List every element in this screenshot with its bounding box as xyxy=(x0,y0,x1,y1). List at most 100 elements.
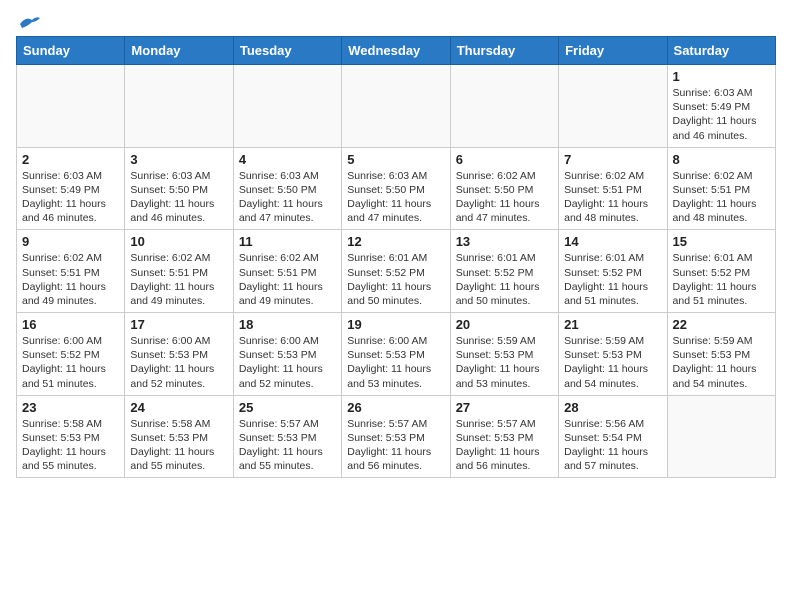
day-info: Sunrise: 6:02 AMSunset: 5:51 PMDaylight:… xyxy=(22,251,119,308)
calendar-day-cell: 15 Sunrise: 6:01 AMSunset: 5:52 PMDayligh… xyxy=(667,230,775,313)
page-header xyxy=(16,16,776,28)
calendar-day-cell: 25 Sunrise: 5:57 AMSunset: 5:53 PMDayligh… xyxy=(233,395,341,478)
day-number: 10 xyxy=(130,234,227,249)
day-info: Sunrise: 6:00 AMSunset: 5:53 PMDaylight:… xyxy=(130,334,227,391)
day-number: 19 xyxy=(347,317,444,332)
calendar-day-cell xyxy=(233,65,341,148)
day-info: Sunrise: 6:01 AMSunset: 5:52 PMDaylight:… xyxy=(673,251,770,308)
calendar-day-cell: 2 Sunrise: 6:03 AMSunset: 5:49 PMDaylight… xyxy=(17,147,125,230)
day-info: Sunrise: 6:01 AMSunset: 5:52 PMDaylight:… xyxy=(456,251,553,308)
day-number: 7 xyxy=(564,152,661,167)
day-info: Sunrise: 6:01 AMSunset: 5:52 PMDaylight:… xyxy=(564,251,661,308)
calendar-day-cell: 13 Sunrise: 6:01 AMSunset: 5:52 PMDayligh… xyxy=(450,230,558,313)
calendar-week-row: 9 Sunrise: 6:02 AMSunset: 5:51 PMDaylight… xyxy=(17,230,776,313)
calendar-day-cell: 9 Sunrise: 6:02 AMSunset: 5:51 PMDaylight… xyxy=(17,230,125,313)
day-number: 3 xyxy=(130,152,227,167)
day-number: 6 xyxy=(456,152,553,167)
calendar-table: SundayMondayTuesdayWednesdayThursdayFrid… xyxy=(16,36,776,478)
calendar-day-cell: 17 Sunrise: 6:00 AMSunset: 5:53 PMDayligh… xyxy=(125,313,233,396)
header-wednesday: Wednesday xyxy=(342,37,450,65)
calendar-day-cell: 19 Sunrise: 6:00 AMSunset: 5:53 PMDayligh… xyxy=(342,313,450,396)
calendar-day-cell: 27 Sunrise: 5:57 AMSunset: 5:53 PMDayligh… xyxy=(450,395,558,478)
calendar-day-cell: 6 Sunrise: 6:02 AMSunset: 5:50 PMDaylight… xyxy=(450,147,558,230)
day-number: 14 xyxy=(564,234,661,249)
calendar-day-cell: 11 Sunrise: 6:02 AMSunset: 5:51 PMDayligh… xyxy=(233,230,341,313)
day-number: 23 xyxy=(22,400,119,415)
day-number: 15 xyxy=(673,234,770,249)
day-info: Sunrise: 6:03 AMSunset: 5:50 PMDaylight:… xyxy=(347,169,444,226)
day-number: 21 xyxy=(564,317,661,332)
calendar-header-row: SundayMondayTuesdayWednesdayThursdayFrid… xyxy=(17,37,776,65)
day-number: 8 xyxy=(673,152,770,167)
day-info: Sunrise: 5:59 AMSunset: 5:53 PMDaylight:… xyxy=(456,334,553,391)
day-number: 18 xyxy=(239,317,336,332)
header-thursday: Thursday xyxy=(450,37,558,65)
calendar-day-cell xyxy=(450,65,558,148)
day-number: 9 xyxy=(22,234,119,249)
calendar-day-cell: 26Sunrise: 5:57 AMSunset: 5:53 PMDayligh… xyxy=(342,395,450,478)
day-number: 20 xyxy=(456,317,553,332)
calendar-day-cell: 4 Sunrise: 6:03 AMSunset: 5:50 PMDaylight… xyxy=(233,147,341,230)
day-number: 12 xyxy=(347,234,444,249)
header-monday: Monday xyxy=(125,37,233,65)
day-number: 16 xyxy=(22,317,119,332)
calendar-day-cell: 1Sunrise: 6:03 AMSunset: 5:49 PMDaylight… xyxy=(667,65,775,148)
day-info: Sunrise: 6:02 AMSunset: 5:51 PMDaylight:… xyxy=(130,251,227,308)
calendar-week-row: 2 Sunrise: 6:03 AMSunset: 5:49 PMDaylight… xyxy=(17,147,776,230)
day-info: Sunrise: 5:57 AMSunset: 5:53 PMDaylight:… xyxy=(239,417,336,474)
calendar-day-cell: 7 Sunrise: 6:02 AMSunset: 5:51 PMDaylight… xyxy=(559,147,667,230)
day-number: 17 xyxy=(130,317,227,332)
calendar-day-cell: 20 Sunrise: 5:59 AMSunset: 5:53 PMDayligh… xyxy=(450,313,558,396)
day-info: Sunrise: 5:58 AMSunset: 5:53 PMDaylight:… xyxy=(22,417,119,474)
day-info: Sunrise: 5:59 AMSunset: 5:53 PMDaylight:… xyxy=(673,334,770,391)
calendar-day-cell xyxy=(125,65,233,148)
calendar-day-cell xyxy=(17,65,125,148)
day-info: Sunrise: 6:01 AMSunset: 5:52 PMDaylight:… xyxy=(347,251,444,308)
day-number: 11 xyxy=(239,234,336,249)
day-number: 2 xyxy=(22,152,119,167)
calendar-day-cell: 28Sunrise: 5:56 AMSunset: 5:54 PMDayligh… xyxy=(559,395,667,478)
day-number: 22 xyxy=(673,317,770,332)
calendar-day-cell: 3 Sunrise: 6:03 AMSunset: 5:50 PMDaylight… xyxy=(125,147,233,230)
calendar-day-cell xyxy=(342,65,450,148)
day-number: 25 xyxy=(239,400,336,415)
day-info: Sunrise: 6:03 AMSunset: 5:50 PMDaylight:… xyxy=(130,169,227,226)
day-info: Sunrise: 6:00 AMSunset: 5:52 PMDaylight:… xyxy=(22,334,119,391)
day-info: Sunrise: 6:02 AMSunset: 5:51 PMDaylight:… xyxy=(564,169,661,226)
calendar-day-cell: 10 Sunrise: 6:02 AMSunset: 5:51 PMDayligh… xyxy=(125,230,233,313)
header-saturday: Saturday xyxy=(667,37,775,65)
day-info: Sunrise: 6:03 AMSunset: 5:49 PMDaylight:… xyxy=(22,169,119,226)
header-sunday: Sunday xyxy=(17,37,125,65)
header-tuesday: Tuesday xyxy=(233,37,341,65)
calendar-day-cell: 8 Sunrise: 6:02 AMSunset: 5:51 PMDaylight… xyxy=(667,147,775,230)
day-info: Sunrise: 6:00 AMSunset: 5:53 PMDaylight:… xyxy=(347,334,444,391)
calendar-day-cell: 23 Sunrise: 5:58 AMSunset: 5:53 PMDayligh… xyxy=(17,395,125,478)
day-number: 27 xyxy=(456,400,553,415)
day-number: 5 xyxy=(347,152,444,167)
day-info: Sunrise: 6:00 AMSunset: 5:53 PMDaylight:… xyxy=(239,334,336,391)
calendar-day-cell xyxy=(559,65,667,148)
day-info: Sunrise: 5:59 AMSunset: 5:53 PMDaylight:… xyxy=(564,334,661,391)
day-info: Sunrise: 6:02 AMSunset: 5:50 PMDaylight:… xyxy=(456,169,553,226)
calendar-day-cell: 14 Sunrise: 6:01 AMSunset: 5:52 PMDayligh… xyxy=(559,230,667,313)
calendar-day-cell: 16 Sunrise: 6:00 AMSunset: 5:52 PMDayligh… xyxy=(17,313,125,396)
day-info: Sunrise: 5:58 AMSunset: 5:53 PMDaylight:… xyxy=(130,417,227,474)
day-number: 4 xyxy=(239,152,336,167)
calendar-day-cell: 24 Sunrise: 5:58 AMSunset: 5:53 PMDayligh… xyxy=(125,395,233,478)
day-info: Sunrise: 6:02 AMSunset: 5:51 PMDaylight:… xyxy=(673,169,770,226)
calendar-day-cell: 18 Sunrise: 6:00 AMSunset: 5:53 PMDayligh… xyxy=(233,313,341,396)
day-number: 28 xyxy=(564,400,661,415)
day-info: Sunrise: 6:02 AMSunset: 5:51 PMDaylight:… xyxy=(239,251,336,308)
header-friday: Friday xyxy=(559,37,667,65)
day-number: 1 xyxy=(673,69,770,84)
day-number: 24 xyxy=(130,400,227,415)
calendar-day-cell xyxy=(667,395,775,478)
day-info: Sunrise: 5:57 AMSunset: 5:53 PMDaylight:… xyxy=(456,417,553,474)
logo xyxy=(16,16,40,28)
day-info: Sunrise: 6:03 AMSunset: 5:50 PMDaylight:… xyxy=(239,169,336,226)
calendar-week-row: 1Sunrise: 6:03 AMSunset: 5:49 PMDaylight… xyxy=(17,65,776,148)
day-number: 26 xyxy=(347,400,444,415)
calendar-week-row: 16 Sunrise: 6:00 AMSunset: 5:52 PMDayligh… xyxy=(17,313,776,396)
calendar-day-cell: 12 Sunrise: 6:01 AMSunset: 5:52 PMDayligh… xyxy=(342,230,450,313)
day-number: 13 xyxy=(456,234,553,249)
